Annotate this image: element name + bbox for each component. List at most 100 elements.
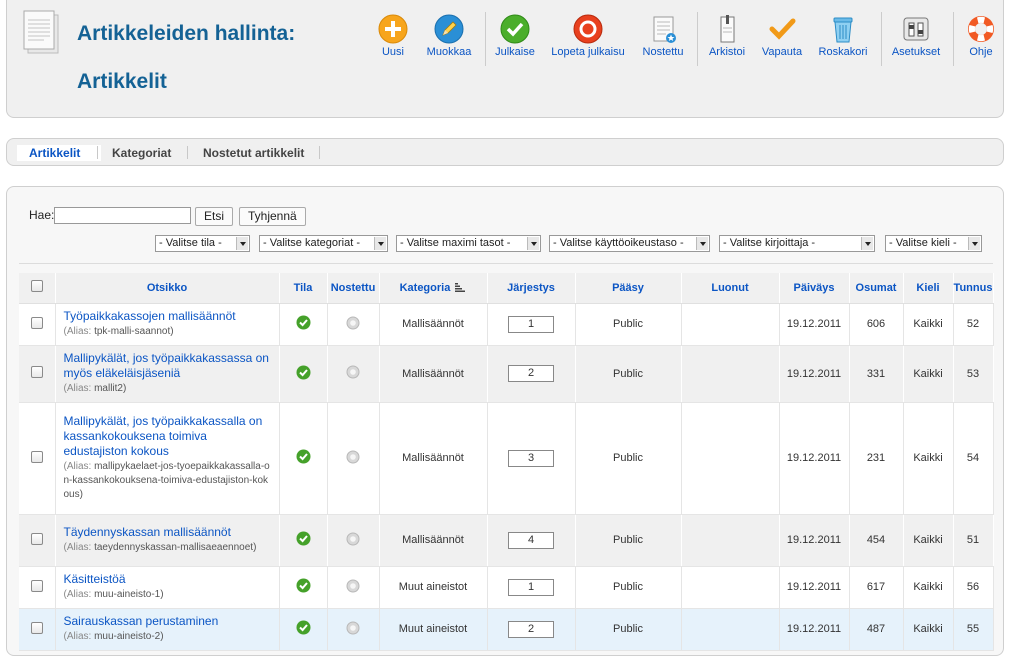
new-button[interactable]: Uusi xyxy=(375,10,411,58)
filter-language[interactable]: - Valitse kieli - xyxy=(885,235,982,252)
alias-prefix: (Alias: xyxy=(63,383,92,394)
featured-button[interactable]: Nostettu xyxy=(639,10,687,58)
hits-cell: 606 xyxy=(849,303,904,346)
ordering-input[interactable]: 3 xyxy=(508,449,554,467)
clear-button[interactable]: Tyhjennä xyxy=(239,207,306,226)
chevron-down-icon xyxy=(374,237,386,250)
row-checkbox[interactable] xyxy=(30,621,43,634)
column-header-id[interactable]: Tunnus xyxy=(953,273,994,304)
article-title-link[interactable]: Täydennyskassan mallisäännöt xyxy=(64,525,231,539)
column-header-date[interactable]: Päiväys xyxy=(779,273,850,304)
chevron-down-icon xyxy=(527,237,539,250)
featured-cell xyxy=(327,608,380,651)
column-header-category[interactable]: Kategoria xyxy=(379,273,488,304)
row-checkbox[interactable] xyxy=(30,450,43,463)
not-featured-icon[interactable] xyxy=(346,365,360,379)
access-cell: Public xyxy=(575,303,682,346)
edit-button-label: Muokkaa xyxy=(426,46,472,58)
not-featured-icon[interactable] xyxy=(346,579,360,593)
ordering-input[interactable]: 1 xyxy=(508,315,554,333)
not-featured-icon[interactable] xyxy=(346,621,360,635)
alias-prefix: (Alias: xyxy=(63,589,92,600)
column-header-language[interactable]: Kieli xyxy=(903,273,954,304)
language-cell: Kaikki xyxy=(903,608,954,651)
article-alias: (Alias: taeydennyskassan-mallisaeaennoet… xyxy=(64,541,271,555)
checkin-button[interactable]: Vapauta xyxy=(759,10,805,58)
toolbar-divider xyxy=(697,12,698,66)
filter-author-value: - Valitse kirjoittaja - xyxy=(723,237,816,249)
options-button[interactable]: Asetukset xyxy=(889,10,943,58)
created-by-cell xyxy=(681,608,780,651)
date-cell: 19.12.2011 xyxy=(779,402,850,515)
submenu: Artikkelit Kategoriat Nostetut artikkeli… xyxy=(6,138,1004,166)
submenu-articles[interactable]: Artikkelit xyxy=(29,146,80,160)
table-row: Mallipykälät, jos työpaikkakassassa on m… xyxy=(19,345,994,403)
created-by-cell xyxy=(681,566,780,609)
unpublish-button[interactable]: Lopeta julkaisu xyxy=(549,10,627,58)
help-button[interactable]: Ohje xyxy=(965,10,997,58)
filter-category[interactable]: - Valitse kategoriat - xyxy=(259,235,388,252)
filter-access[interactable]: - Valitse käyttöoikeustaso - xyxy=(549,235,710,252)
column-header-title[interactable]: Otsikko xyxy=(55,273,280,304)
row-checkbox[interactable] xyxy=(30,579,43,592)
title-cell: Täydennyskassan mallisäännöt (Alias: tae… xyxy=(55,514,280,567)
ordering-input[interactable]: 1 xyxy=(508,578,554,596)
ordering-input[interactable]: 2 xyxy=(508,620,554,638)
filter-author[interactable]: - Valitse kirjoittaja - xyxy=(719,235,875,252)
search-input[interactable] xyxy=(54,207,191,224)
published-icon[interactable] xyxy=(296,449,311,464)
published-icon[interactable] xyxy=(296,578,311,593)
trash-button[interactable]: Roskakori xyxy=(817,10,869,58)
row-checkbox[interactable] xyxy=(30,532,43,545)
filter-state[interactable]: - Valitse tila - xyxy=(155,235,250,252)
alias-value: taeydennyskassan-mallisaeaennoet) xyxy=(94,542,257,553)
publish-button[interactable]: Julkaise xyxy=(493,10,537,58)
column-header-created-by[interactable]: Luonut xyxy=(681,273,780,304)
row-checkbox[interactable] xyxy=(30,366,43,378)
not-featured-icon[interactable] xyxy=(346,450,360,464)
published-icon[interactable] xyxy=(296,531,311,546)
not-featured-icon[interactable] xyxy=(346,532,360,546)
featured-cell xyxy=(327,514,380,567)
chevron-down-icon xyxy=(696,237,708,250)
ordering-input[interactable]: 2 xyxy=(508,365,554,382)
column-header-ordering[interactable]: Järjestys xyxy=(487,273,576,304)
select-all-checkbox[interactable] xyxy=(30,280,43,293)
filter-language-value: - Valitse kieli - xyxy=(889,237,957,249)
not-featured-icon[interactable] xyxy=(346,316,360,330)
featured-cell xyxy=(327,402,380,515)
article-title-link[interactable]: Käsitteistöä xyxy=(64,572,126,586)
column-header-access[interactable]: Pääsy xyxy=(575,273,682,304)
archive-button[interactable]: Arkistoi xyxy=(707,10,747,58)
search-label: Hae: xyxy=(29,208,55,222)
published-icon[interactable] xyxy=(296,315,311,330)
alias-prefix: (Alias: xyxy=(63,631,92,642)
filter-max-levels[interactable]: - Valitse maximi tasot - xyxy=(396,235,541,252)
search-button[interactable]: Etsi xyxy=(195,207,234,226)
article-title-link[interactable]: Sairauskassan perustaminen xyxy=(64,614,219,628)
created-by-cell xyxy=(681,402,780,515)
table-row: Täydennyskassan mallisäännöt (Alias: tae… xyxy=(19,514,994,567)
article-title-link[interactable]: Mallipykälät, jos työpaikkakassalla on k… xyxy=(64,414,263,458)
published-icon[interactable] xyxy=(296,620,311,635)
column-header-featured[interactable]: Nostettu xyxy=(327,273,380,304)
submenu-categories[interactable]: Kategoriat xyxy=(112,146,171,160)
published-icon[interactable] xyxy=(296,365,311,380)
created-by-cell xyxy=(681,303,780,346)
submenu-divider xyxy=(97,146,98,159)
access-cell: Public xyxy=(575,608,682,651)
edit-button[interactable]: Muokkaa xyxy=(423,10,475,58)
column-header-hits[interactable]: Osumat xyxy=(849,273,904,304)
page-subtitle: Artikkelit xyxy=(77,70,167,93)
submenu-featured-articles[interactable]: Nostetut artikkelit xyxy=(203,146,304,160)
article-title-link[interactable]: Työpaikkakassojen mallisäännöt xyxy=(64,309,236,323)
hits-cell: 231 xyxy=(849,402,904,515)
row-checkbox[interactable] xyxy=(30,316,43,329)
table-row: Käsitteistöä (Alias: muu-aineisto-1) Muu… xyxy=(19,566,994,609)
table-row: Mallipykälät, jos työpaikkakassalla on k… xyxy=(19,402,994,515)
trash-icon xyxy=(833,17,853,43)
ordering-input[interactable]: 4 xyxy=(508,531,554,549)
select-all-cell xyxy=(19,273,56,304)
column-header-state[interactable]: Tila xyxy=(279,273,328,304)
article-title-link[interactable]: Mallipykälät, jos työpaikkakassassa on m… xyxy=(64,351,269,380)
